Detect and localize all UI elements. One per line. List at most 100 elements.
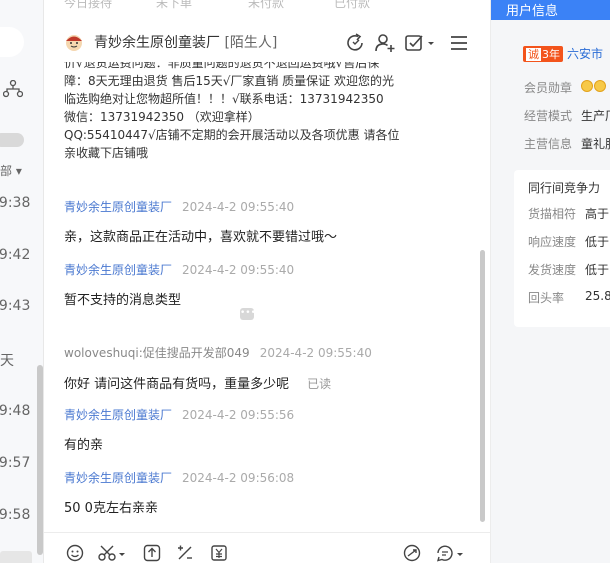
message-time: 2024-4-2 09:55:40: [259, 346, 372, 360]
relation-tag: [陌生人]: [224, 35, 278, 51]
message-item: woloveshuqi:促佳搜品开发部049 2024-4-2 09:55:40 …: [64, 344, 484, 394]
message-line: 亲收藏下店铺哦: [64, 146, 149, 160]
scissors-icon[interactable]: [98, 544, 126, 562]
tab-paid[interactable]: 已付款: [334, 0, 370, 11]
info-value: 童礼服: [581, 137, 610, 151]
session-item-selected[interactable]: [0, 551, 32, 563]
message-list: 价√退货运费问题：非质量问题的退货不退回运费哦√售后保 障：8天无理由退货 售后…: [44, 62, 490, 532]
medal-icons: [581, 79, 607, 93]
message-meta: 青妙余生原创童装厂 2024-4-2 09:55:56: [64, 406, 484, 423]
message-text: 你好 请问这件商品有货吗，重量多少呢: [64, 377, 290, 392]
chat-header: 青妙余生原创童装厂 [陌生人]: [44, 22, 490, 62]
message-meta: woloveshuqi:促佳搜品开发部049 2024-4-2 09:55:40: [64, 344, 484, 361]
message-line: 微信：13731942350 （欢迎拿样）: [64, 110, 260, 124]
read-status: 已读: [307, 377, 332, 391]
message-sender[interactable]: 青妙余生原创童装厂: [64, 200, 172, 214]
medal-icon: [581, 80, 593, 92]
task-check-icon[interactable]: [404, 32, 436, 54]
session-list: 全部 ▾ 09:38 09:42 09:43 昨天 09:48 09:57 09…: [0, 0, 44, 563]
compete-value: 高于: [585, 207, 610, 221]
compete-value: 25.8: [585, 289, 610, 303]
message-sender[interactable]: 青妙余生原创童装厂: [64, 408, 172, 422]
tab-today[interactable]: 今日接待: [64, 0, 112, 11]
message-sender[interactable]: 青妙余生原创童装厂: [64, 471, 172, 485]
add-user-icon[interactable]: [374, 32, 396, 54]
message-item: 青妙余生原创童装厂 2024-4-2 09:56:08 50 0克左右亲亲: [64, 469, 484, 518]
info-row: 经营模式 生产厂: [524, 107, 610, 124]
chat-title: 青妙余生原创童装厂 [陌生人]: [94, 32, 277, 52]
reception-tabs: 今日接待 未下单 未付款 已付款: [44, 0, 490, 10]
shop-avatar: [66, 35, 82, 51]
info-label: 经营模式: [524, 109, 573, 123]
compete-row: 货描相符 高于: [528, 205, 609, 222]
trust-year-badge: 诚 3年: [523, 46, 563, 62]
session-time: 昨天: [0, 353, 14, 369]
emoji-icon[interactable]: [66, 544, 84, 562]
refresh-icon[interactable]: [344, 32, 366, 54]
send-mode-icon[interactable]: [403, 544, 421, 562]
chat-scrollbar[interactable]: [480, 250, 485, 522]
session-time: 09:48: [0, 403, 31, 419]
message-line: 临选购绝对让您物超所值！！！√联系电话：13731942350: [64, 92, 384, 106]
trust-badge-row: 诚 3年 六安市: [523, 45, 603, 62]
compete-label: 响应速度: [528, 235, 577, 249]
message-line: QQ:55410447√店铺不定期的会开展活动以及各项优惠 请各位: [64, 128, 400, 142]
shop-name: 青妙余生原创童装厂: [94, 35, 220, 51]
org-tree-icon[interactable]: [3, 80, 23, 98]
compete-row: 响应速度 低于: [528, 233, 609, 250]
message-time: 2024-4-2 09:55:40: [182, 263, 295, 277]
message-meta: 青妙余生原创童装厂 2024-4-2 09:55:40: [64, 261, 484, 278]
message-text: 亲，这款商品正在活动中，喜欢就不要错过哦～: [64, 230, 338, 245]
menu-icon[interactable]: [448, 32, 470, 54]
compete-row: 发货速度 低于: [528, 261, 609, 278]
customer-info-panel: 用户信息 诚3年六安市 会员勋章 经营模式 生产厂 主营信息 童礼服 同行间竞争…: [491, 0, 610, 563]
session-toggle[interactable]: [0, 133, 24, 147]
input-toolbar: [44, 532, 490, 563]
tab-no-order[interactable]: 未下单: [156, 0, 192, 11]
coupon-icon[interactable]: [210, 544, 228, 562]
competitiveness-title: 同行间竞争力: [528, 181, 601, 195]
compete-value: 低于: [585, 263, 610, 277]
session-time: 09:43: [0, 298, 31, 314]
compete-label: 货描相符: [528, 207, 577, 221]
message-time: 2024-4-2 09:56:08: [182, 471, 295, 485]
info-label: 会员勋章: [524, 81, 573, 95]
upload-icon[interactable]: [143, 544, 161, 562]
tab-user-info[interactable]: 用户信息: [491, 0, 610, 20]
session-time: 09:42: [0, 247, 31, 263]
message-sender[interactable]: 青妙余生原创童装厂: [64, 263, 172, 277]
message-item: 青妙余生原创童装厂 2024-4-2 09:55:56 有的亲: [64, 406, 484, 455]
competitiveness-card: 同行间竞争力 货描相符 高于 响应速度 低于 发货速度 低于 回头率 25.8: [514, 170, 610, 327]
medal-icon: [594, 80, 606, 92]
info-row: 主营信息 童礼服: [524, 135, 610, 152]
message-text: 暂不支持的消息类型: [64, 293, 182, 308]
compete-row: 回头率 25.8: [528, 289, 610, 306]
session-time: 09:57: [0, 455, 31, 471]
session-filter[interactable]: 全部 ▾: [0, 162, 22, 179]
quick-reply-icon[interactable]: [176, 544, 194, 562]
city-link[interactable]: 六安市: [567, 47, 603, 61]
history-icon[interactable]: [436, 544, 464, 562]
tab-unpaid[interactable]: 未付款: [248, 0, 284, 11]
message-meta: 青妙余生原创童装厂 2024-4-2 09:55:40: [64, 198, 484, 215]
session-scrollbar[interactable]: [37, 365, 43, 555]
session-time: 09:58: [0, 507, 31, 523]
message-item: 青妙余生原创童装厂 2024-4-2 09:55:40 暂不支持的消息类型: [64, 261, 484, 310]
compete-label: 发货速度: [528, 263, 577, 277]
shop-intro-message: 价√退货运费问题：非质量问题的退货不退回运费哦√售后保 障：8天无理由退货 售后…: [64, 62, 404, 162]
message-text: 有的亲: [64, 438, 104, 453]
info-label: 主营信息: [524, 137, 573, 151]
message-item: 青妙余生原创童装厂 2024-4-2 09:55:40 亲，这款商品正在活动中，喜…: [64, 198, 484, 247]
message-meta: 青妙余生原创童装厂 2024-4-2 09:56:08: [64, 469, 484, 486]
session-time: 09:38: [0, 195, 31, 211]
info-row: 会员勋章: [524, 79, 606, 96]
more-options-icon[interactable]: •••: [240, 308, 256, 320]
message-text: 50 0克左右亲亲: [64, 501, 158, 516]
compete-label: 回头率: [528, 291, 565, 305]
message-time: 2024-4-2 09:55:56: [182, 408, 295, 422]
message-text-row: 你好 请问这件商品有货吗，重量多少呢 已读: [64, 375, 484, 394]
info-value: 生产厂: [581, 109, 610, 123]
message-sender[interactable]: woloveshuqi:促佳搜品开发部049: [64, 346, 250, 360]
message-time: 2024-4-2 09:55:40: [182, 200, 295, 214]
session-search-input[interactable]: [0, 27, 24, 57]
